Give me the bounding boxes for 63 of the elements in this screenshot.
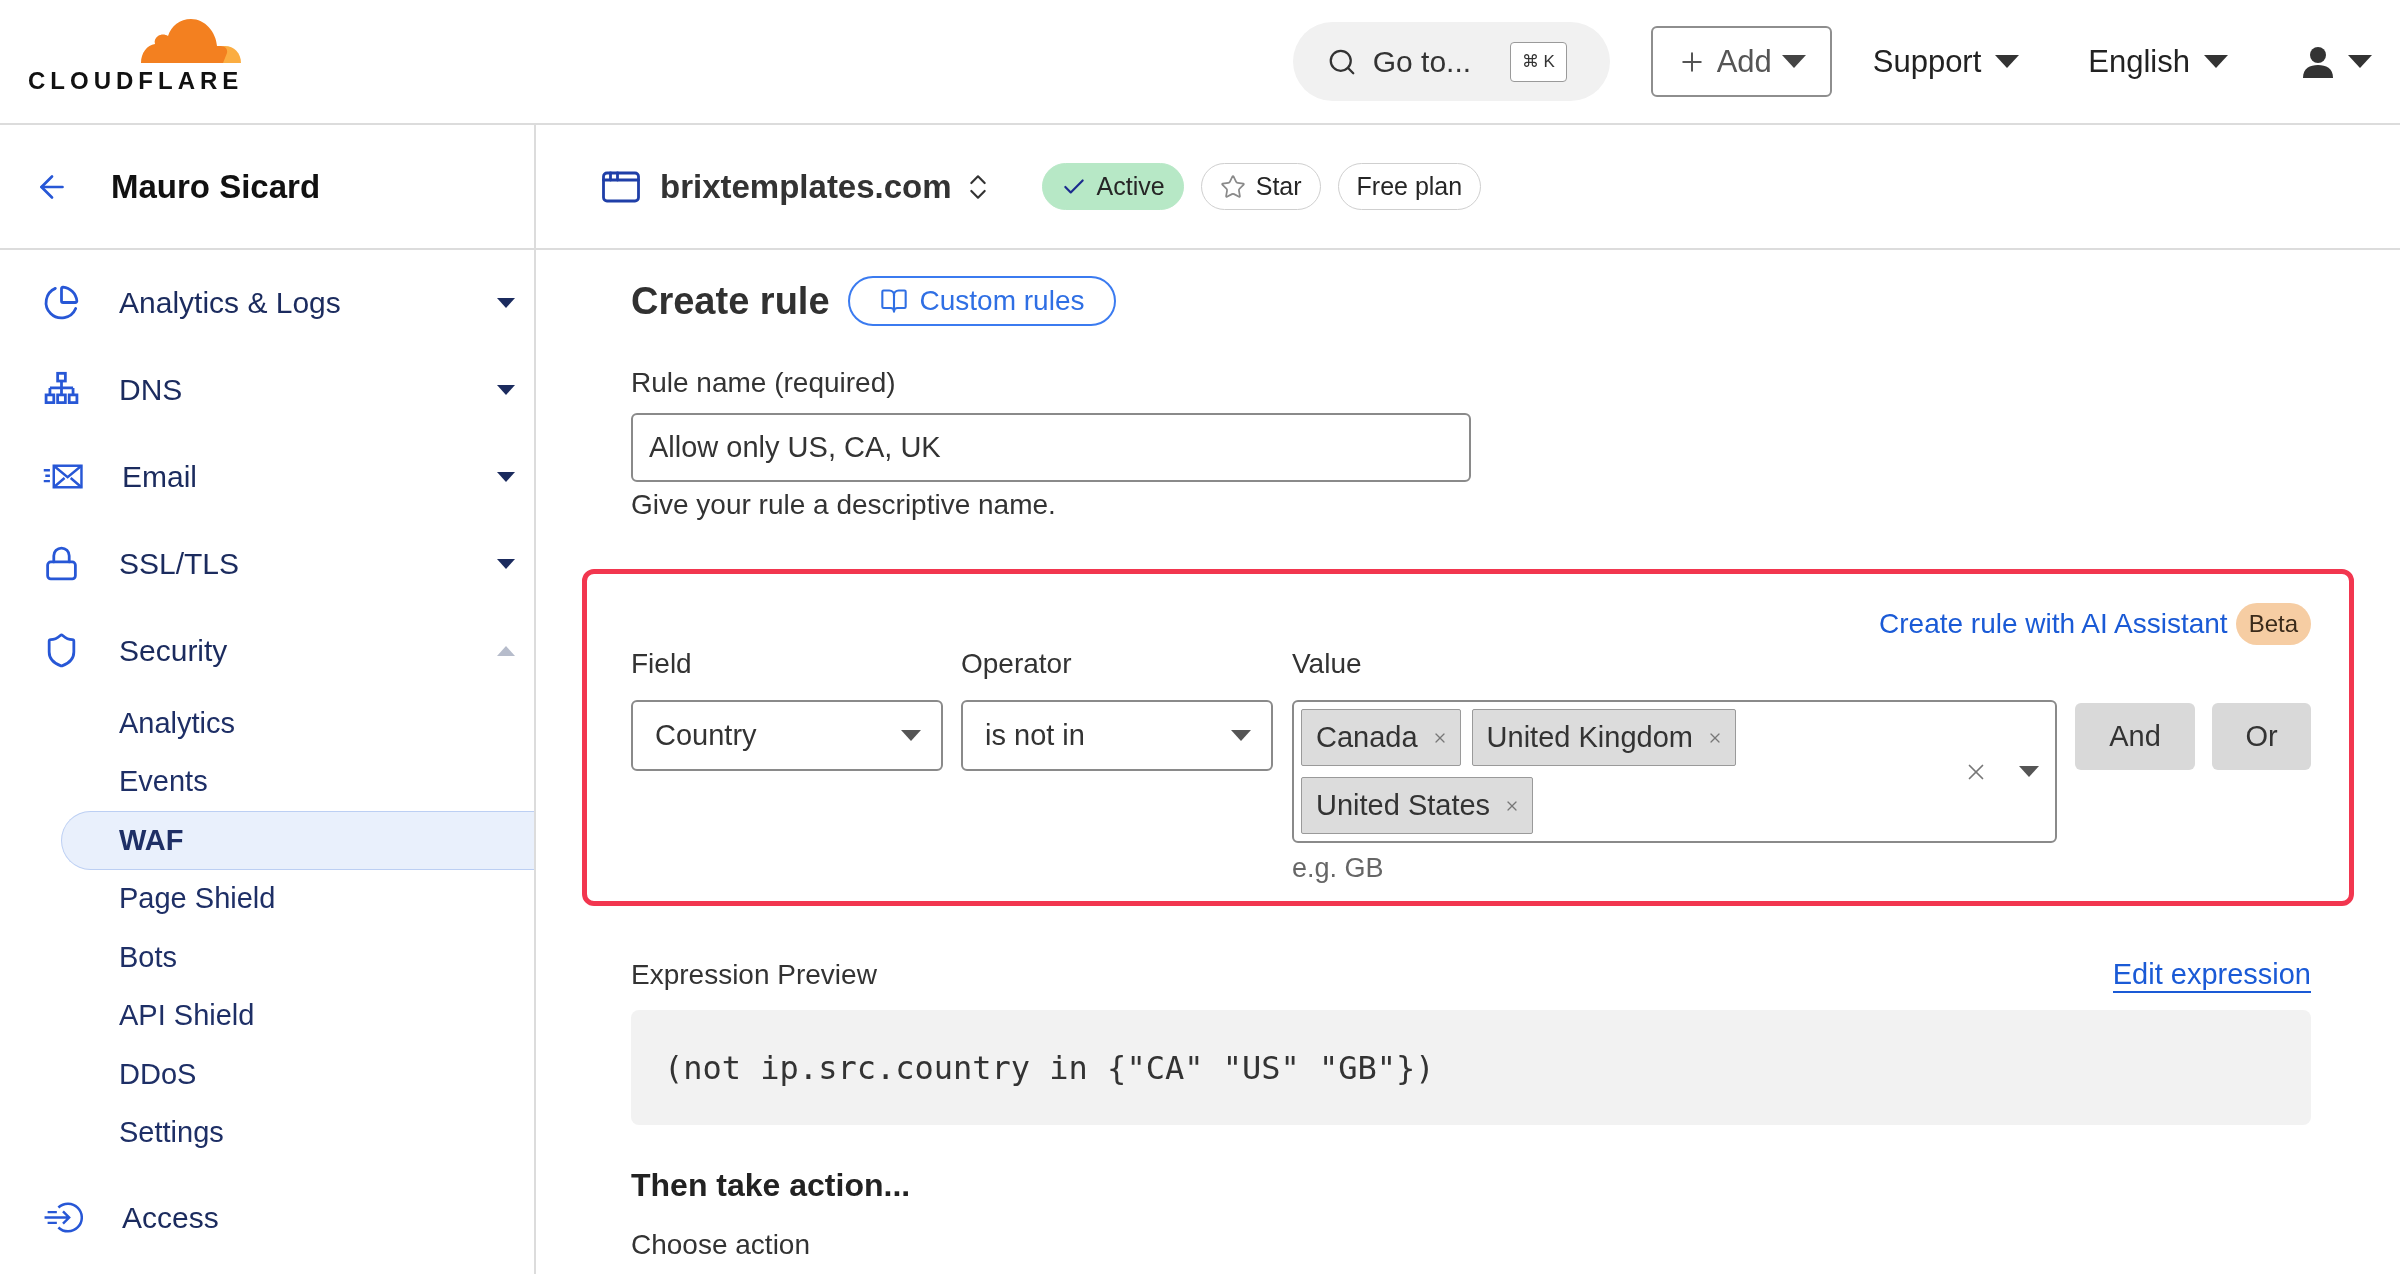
search-button[interactable]: Go to... ⌘ K bbox=[1292, 22, 1610, 101]
user-icon bbox=[2302, 45, 2334, 78]
nav-subitem[interactable]: Page Shield bbox=[61, 869, 534, 928]
caret-icon bbox=[901, 730, 921, 741]
nav-item[interactable]: Security bbox=[0, 607, 534, 694]
field-label: Field bbox=[631, 647, 693, 681]
plan-badge: Free plan bbox=[1337, 163, 1482, 210]
ai-assistant-link[interactable]: Create rule with AI Assistant bbox=[1879, 608, 2228, 640]
lock-icon bbox=[43, 545, 80, 582]
logo-text: CLOUDFLARE bbox=[28, 68, 244, 94]
nav-item[interactable]: Email bbox=[0, 433, 534, 520]
caret-icon[interactable] bbox=[2019, 766, 2039, 777]
docs-link-button[interactable]: Custom rules bbox=[847, 276, 1117, 326]
code-block: (not ip.src.country in {"CA" "US" "GB"}) bbox=[631, 1010, 2311, 1125]
nav-item[interactable]: DNS bbox=[0, 346, 534, 433]
site-name: brixtemplates.com bbox=[660, 167, 952, 206]
tag-label: United Kingdom bbox=[1486, 721, 1693, 754]
add-button[interactable]: Add bbox=[1650, 26, 1832, 97]
nav-item[interactable]: Access bbox=[0, 1174, 534, 1261]
logic-button[interactable]: Or bbox=[2212, 703, 2311, 770]
select-field[interactable]: is not in bbox=[961, 700, 1273, 771]
field-label: Expression Preview bbox=[631, 958, 877, 992]
tag-label: Canada bbox=[1316, 721, 1418, 754]
nav-subitem[interactable]: Settings bbox=[61, 1103, 534, 1162]
caret-icon bbox=[2204, 55, 2228, 68]
shortcut-key: ⌘ K bbox=[1509, 41, 1567, 82]
beta-badge: Beta bbox=[2235, 603, 2311, 645]
arrow-into-circle-icon bbox=[43, 1199, 83, 1236]
edit-expression-link[interactable]: Edit expression bbox=[2112, 957, 2311, 993]
field-label: Rule name (required) bbox=[631, 366, 897, 400]
caret-icon bbox=[1231, 730, 1251, 741]
nav-subitem[interactable]: Events bbox=[61, 752, 534, 811]
logic-button[interactable]: And bbox=[2075, 703, 2195, 770]
nav-subitem[interactable]: Bots bbox=[61, 928, 534, 987]
field-label: Choose action bbox=[631, 1228, 811, 1262]
account-name: Mauro Sicard bbox=[111, 167, 321, 206]
help-text: Give your rule a descriptive name. bbox=[631, 488, 1057, 522]
menu-button[interactable]: English bbox=[2088, 43, 2228, 80]
tag-label: United States bbox=[1316, 789, 1491, 822]
nav-subitem[interactable]: API Shield bbox=[61, 986, 534, 1045]
page-title: Create rule bbox=[631, 279, 830, 323]
book-icon bbox=[879, 287, 908, 315]
star-button[interactable]: Star bbox=[1200, 163, 1321, 210]
nav-item[interactable]: Analytics & Logs bbox=[0, 259, 534, 346]
caret-icon bbox=[2348, 55, 2372, 68]
caret-icon bbox=[1995, 55, 2020, 68]
select-field[interactable]: Country bbox=[631, 700, 943, 771]
hint-text: e.g. GB bbox=[1292, 852, 1385, 884]
nav-subitem[interactable]: Analytics bbox=[61, 694, 534, 753]
star-icon bbox=[1219, 173, 1246, 200]
pie-chart-icon bbox=[43, 284, 80, 321]
nav-item[interactable]: SSL/TLS bbox=[0, 520, 534, 607]
caret-icon bbox=[1781, 55, 1806, 68]
multi-select-field[interactable]: Canada United Kingdom United States bbox=[1292, 700, 2057, 843]
rule-name-input[interactable]: Allow only US, CA, UK bbox=[631, 413, 1471, 482]
section-heading: Then take action... bbox=[631, 1166, 912, 1205]
menu-button[interactable]: Support bbox=[1872, 43, 2020, 80]
nav-subitem[interactable]: DDoS bbox=[61, 1045, 534, 1104]
user-menu-button[interactable] bbox=[2302, 45, 2372, 78]
status-badge: Active bbox=[1041, 163, 1184, 210]
nav-subitem[interactable]: WAF bbox=[61, 811, 534, 870]
field-label: Operator bbox=[961, 647, 1073, 681]
field-label: Value bbox=[1292, 647, 1363, 681]
